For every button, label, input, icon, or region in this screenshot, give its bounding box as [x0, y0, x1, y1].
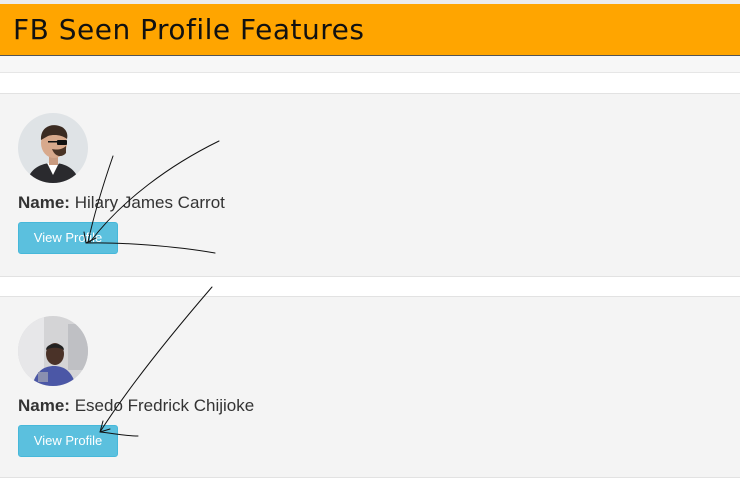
page-header: FB Seen Profile Features: [0, 4, 740, 56]
name-label: Name:: [18, 193, 70, 212]
name-label: Name:: [18, 396, 70, 415]
profile-card: Name: Hilary James Carrot View Profile: [0, 93, 740, 277]
gap-band: [0, 56, 740, 72]
view-profile-button[interactable]: View Profile: [18, 222, 118, 254]
name-value: Hilary James Carrot: [74, 193, 225, 212]
divider: [0, 72, 740, 73]
profile-card: Name: Esedo Fredrick Chijioke View Profi…: [0, 296, 740, 478]
avatar: [18, 113, 88, 183]
name-value: Esedo Fredrick Chijioke: [74, 396, 255, 415]
avatar: [18, 316, 88, 386]
profile-name: Name: Esedo Fredrick Chijioke: [18, 396, 254, 416]
view-profile-button[interactable]: View Profile: [18, 425, 118, 457]
page-title: FB Seen Profile Features: [13, 13, 365, 46]
profile-name: Name: Hilary James Carrot: [18, 193, 225, 213]
